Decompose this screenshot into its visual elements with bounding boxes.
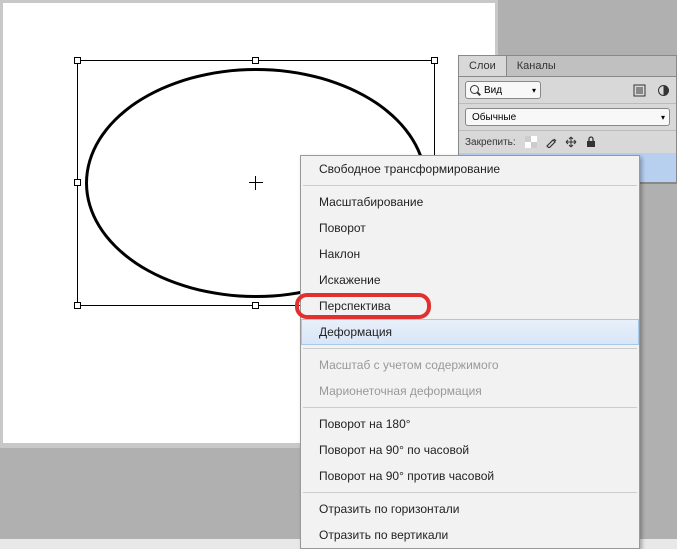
handle-top-left[interactable] (74, 57, 81, 64)
lock-label: Закрепить: (465, 137, 516, 148)
kind-label: Вид (484, 85, 502, 96)
tab-channels[interactable]: Каналы (507, 56, 566, 76)
handle-middle-left[interactable] (74, 179, 81, 186)
lock-position-icon[interactable] (564, 135, 578, 149)
menu-rotate[interactable]: Поворот (301, 215, 639, 241)
menu-puppet-warp: Марионеточная деформация (301, 378, 639, 404)
transform-center[interactable] (249, 176, 263, 190)
transform-context-menu: Свободное трансформирование Масштабирова… (300, 155, 640, 549)
blend-mode-dropdown[interactable]: Обычные (465, 108, 670, 126)
blend-mode-label: Обычные (472, 112, 516, 123)
handle-top-right[interactable] (431, 57, 438, 64)
handle-bottom-middle[interactable] (252, 302, 259, 309)
menu-separator (303, 492, 637, 493)
menu-warp[interactable]: Деформация (301, 319, 639, 345)
lock-transparency-icon[interactable] (524, 135, 538, 149)
menu-skew[interactable]: Наклон (301, 241, 639, 267)
search-icon (470, 85, 480, 95)
menu-distort[interactable]: Искажение (301, 267, 639, 293)
tab-layers[interactable]: Слои (459, 56, 507, 76)
menu-rotate-90-ccw[interactable]: Поворот на 90° против часовой (301, 463, 639, 489)
menu-separator (303, 348, 637, 349)
menu-flip-vertical[interactable]: Отразить по вертикали (301, 522, 639, 548)
handle-top-middle[interactable] (252, 57, 259, 64)
menu-perspective[interactable]: Перспектива (301, 293, 639, 319)
lock-pixels-icon[interactable] (544, 135, 558, 149)
menu-scale[interactable]: Масштабирование (301, 189, 639, 215)
lock-all-icon[interactable] (584, 135, 598, 149)
menu-flip-horizontal[interactable]: Отразить по горизонтали (301, 496, 639, 522)
panel-tabs: Слои Каналы (459, 56, 676, 77)
menu-free-transform[interactable]: Свободное трансформирование (301, 156, 639, 182)
menu-separator (303, 185, 637, 186)
filter-adjust-icon[interactable] (656, 83, 670, 97)
menu-rotate-180[interactable]: Поворот на 180° (301, 411, 639, 437)
menu-separator (303, 407, 637, 408)
handle-bottom-left[interactable] (74, 302, 81, 309)
menu-content-aware-scale: Масштаб с учетом содержимого (301, 352, 639, 378)
kind-dropdown[interactable]: Вид (465, 81, 541, 99)
menu-rotate-90-cw[interactable]: Поворот на 90° по часовой (301, 437, 639, 463)
filter-pixel-icon[interactable] (632, 83, 646, 97)
